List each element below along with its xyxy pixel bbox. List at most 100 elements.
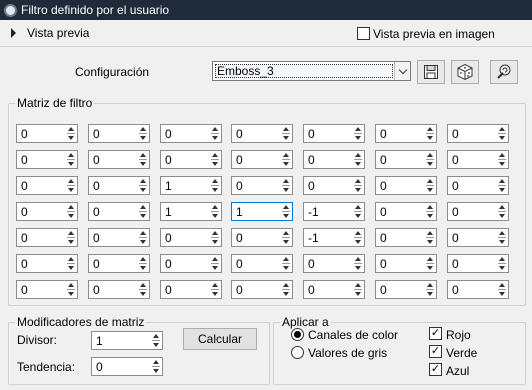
matrix-cell-value[interactable]: 0 <box>93 179 100 193</box>
matrix-cell-r4-c3[interactable]: 0 <box>231 228 293 247</box>
random-preset-button[interactable] <box>451 60 479 84</box>
matrix-cell-spinner[interactable] <box>138 126 148 141</box>
spin-down-icon[interactable] <box>499 162 505 166</box>
matrix-cell-r5-c1[interactable]: 0 <box>88 254 150 273</box>
matrix-cell-r4-c2[interactable]: 0 <box>160 228 222 247</box>
spin-up-icon[interactable] <box>68 153 74 157</box>
matrix-cell-value[interactable]: 0 <box>236 283 243 297</box>
matrix-cell-value[interactable]: 0 <box>165 127 172 141</box>
spin-down-icon[interactable] <box>140 214 146 218</box>
matrix-cell-value[interactable]: 0 <box>380 127 387 141</box>
preview-label[interactable]: Vista previa <box>27 26 89 40</box>
matrix-cell-r4-c4[interactable]: -1 <box>303 228 365 247</box>
matrix-cell-spinner[interactable] <box>497 126 507 141</box>
spin-down-icon[interactable] <box>212 240 218 244</box>
spin-up-icon[interactable] <box>355 283 361 287</box>
spin-up-icon[interactable] <box>499 257 505 261</box>
spin-down-icon[interactable] <box>212 136 218 140</box>
spin-up-icon[interactable] <box>283 231 289 235</box>
spin-up-icon[interactable] <box>355 257 361 261</box>
matrix-cell-spinner[interactable] <box>66 178 76 193</box>
matrix-cell-r0-c4[interactable]: 0 <box>303 124 365 143</box>
spin-down-icon[interactable] <box>283 266 289 270</box>
matrix-cell-value[interactable]: 0 <box>380 205 387 219</box>
matrix-cell-spinner[interactable] <box>66 204 76 219</box>
spin-down-icon[interactable] <box>212 214 218 218</box>
matrix-cell-r5-c6[interactable]: 0 <box>447 254 509 273</box>
preview-in-image-checkbox[interactable] <box>357 27 370 40</box>
spin-up-icon[interactable] <box>355 231 361 235</box>
matrix-cell-value[interactable]: 0 <box>236 231 243 245</box>
matrix-cell-r2-c4[interactable]: 0 <box>303 176 365 195</box>
spin-up-icon[interactable] <box>499 127 505 131</box>
matrix-cell-spinner[interactable] <box>138 256 148 271</box>
spin-down-icon[interactable] <box>140 240 146 244</box>
matrix-cell-spinner[interactable] <box>425 282 435 297</box>
matrix-cell-r3-c4[interactable]: -1 <box>303 202 365 221</box>
matrix-cell-r4-c0[interactable]: 0 <box>16 228 78 247</box>
matrix-cell-value[interactable]: -1 <box>308 231 319 245</box>
spin-up-icon[interactable] <box>153 334 159 338</box>
config-select[interactable]: Emboss_3 <box>212 61 411 81</box>
matrix-cell-value[interactable]: 0 <box>452 205 459 219</box>
matrix-cell-spinner[interactable] <box>281 178 291 193</box>
spin-up-icon[interactable] <box>427 127 433 131</box>
spin-up-icon[interactable] <box>212 257 218 261</box>
matrix-cell-spinner[interactable] <box>66 152 76 167</box>
matrix-cell-r3-c1[interactable]: 0 <box>88 202 150 221</box>
spin-up-icon[interactable] <box>499 205 505 209</box>
matrix-cell-value[interactable]: 0 <box>93 283 100 297</box>
preview-in-image-label[interactable]: Vista previa en imagen <box>373 27 495 41</box>
save-preset-button[interactable] <box>417 60 445 84</box>
matrix-cell-r5-c5[interactable]: 0 <box>375 254 437 273</box>
matrix-cell-spinner[interactable] <box>138 178 148 193</box>
matrix-cell-value[interactable]: 0 <box>452 179 459 193</box>
matrix-cell-value[interactable]: 0 <box>21 205 28 219</box>
spin-down-icon[interactable] <box>427 188 433 192</box>
matrix-cell-value[interactable]: 0 <box>21 257 28 271</box>
matrix-cell-r3-c2[interactable]: 1 <box>160 202 222 221</box>
matrix-cell-value[interactable]: 0 <box>380 283 387 297</box>
reset-preset-button[interactable] <box>490 60 518 84</box>
matrix-cell-r6-c2[interactable]: 0 <box>160 280 222 299</box>
spin-up-icon[interactable] <box>212 127 218 131</box>
matrix-cell-r1-c1[interactable]: 0 <box>88 150 150 169</box>
spin-up-icon[interactable] <box>212 153 218 157</box>
spin-down-icon[interactable] <box>355 292 361 296</box>
matrix-cell-spinner[interactable] <box>210 282 220 297</box>
spin-down-icon[interactable] <box>212 292 218 296</box>
matrix-cell-r2-c2[interactable]: 1 <box>160 176 222 195</box>
matrix-cell-r1-c3[interactable]: 0 <box>231 150 293 169</box>
matrix-cell-r0-c6[interactable]: 0 <box>447 124 509 143</box>
matrix-cell-r6-c5[interactable]: 0 <box>375 280 437 299</box>
matrix-cell-value[interactable]: 0 <box>165 231 172 245</box>
spin-up-icon[interactable] <box>355 179 361 183</box>
matrix-cell-r2-c0[interactable]: 0 <box>16 176 78 195</box>
green-label[interactable]: Verde <box>446 346 477 360</box>
spin-down-icon[interactable] <box>427 240 433 244</box>
spin-down-icon[interactable] <box>499 240 505 244</box>
matrix-cell-spinner[interactable] <box>425 230 435 245</box>
matrix-cell-spinner[interactable] <box>425 152 435 167</box>
matrix-cell-value[interactable]: 0 <box>452 153 459 167</box>
spin-up-icon[interactable] <box>499 153 505 157</box>
matrix-cell-spinner[interactable] <box>210 256 220 271</box>
spin-up-icon[interactable] <box>283 179 289 183</box>
matrix-cell-spinner[interactable] <box>497 152 507 167</box>
spin-down-icon[interactable] <box>283 292 289 296</box>
matrix-cell-value[interactable]: 0 <box>380 153 387 167</box>
spin-down-icon[interactable] <box>283 136 289 140</box>
spin-up-icon[interactable] <box>140 179 146 183</box>
matrix-cell-value[interactable]: 0 <box>21 179 28 193</box>
matrix-cell-spinner[interactable] <box>425 126 435 141</box>
matrix-cell-spinner[interactable] <box>210 204 220 219</box>
spin-up-icon[interactable] <box>427 179 433 183</box>
matrix-cell-r1-c6[interactable]: 0 <box>447 150 509 169</box>
spin-up-icon[interactable] <box>283 127 289 131</box>
spin-down-icon[interactable] <box>283 240 289 244</box>
matrix-cell-value[interactable]: 1 <box>165 179 172 193</box>
spin-up-icon[interactable] <box>68 231 74 235</box>
matrix-cell-r0-c3[interactable]: 0 <box>231 124 293 143</box>
matrix-cell-value[interactable]: 0 <box>308 283 315 297</box>
spin-down-icon[interactable] <box>427 214 433 218</box>
